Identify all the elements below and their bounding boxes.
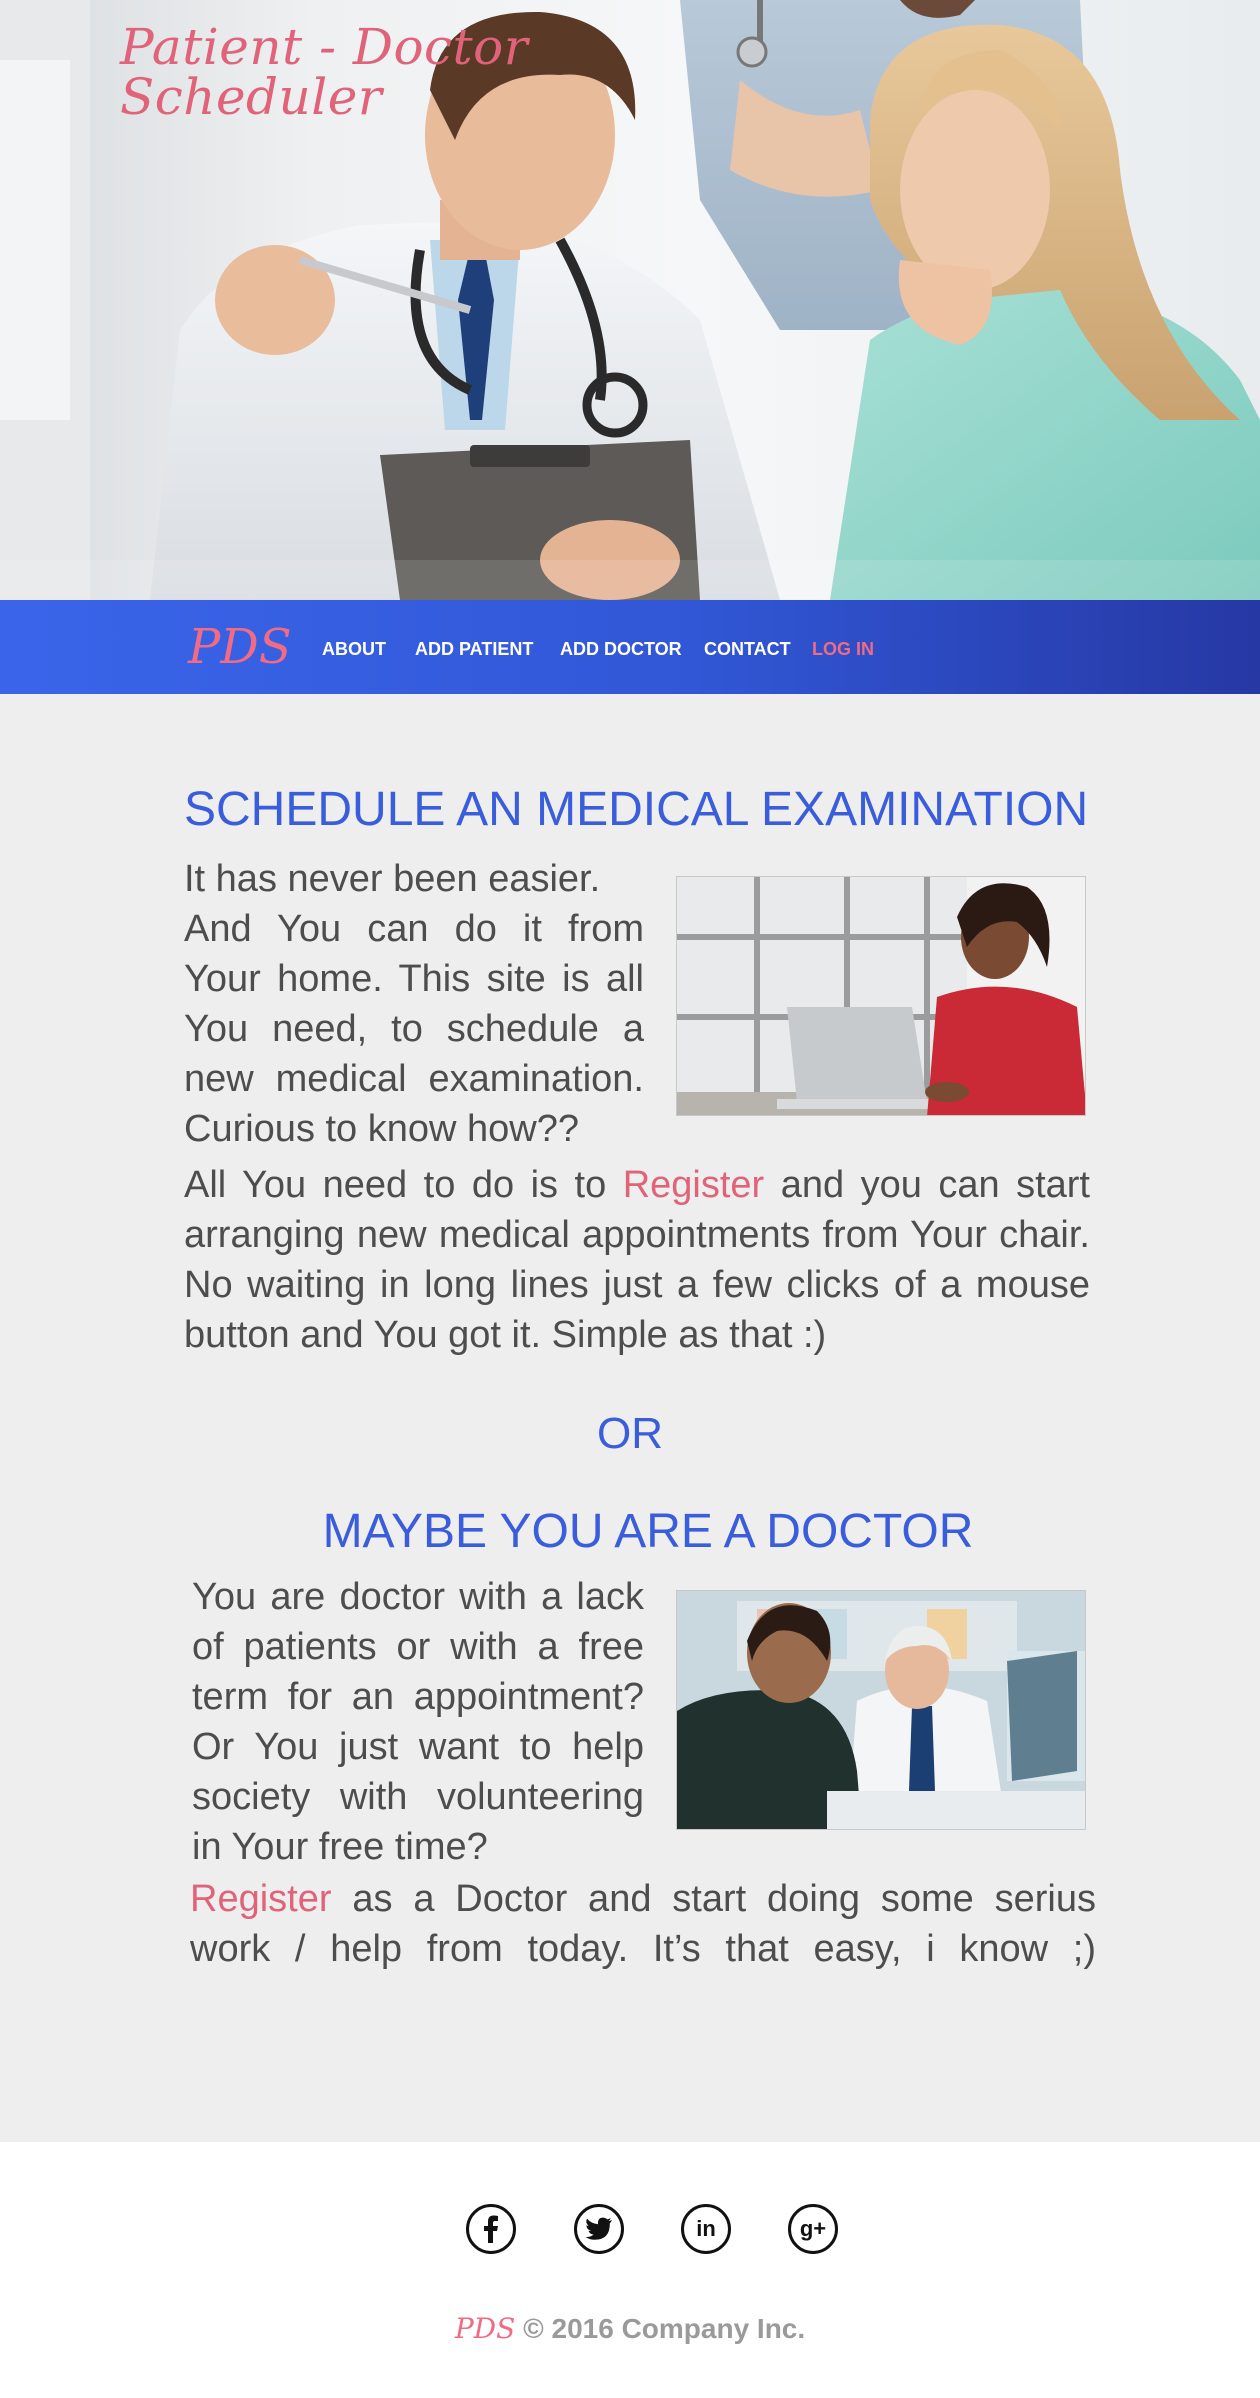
hero-title-line1: Patient - Doctor bbox=[120, 18, 529, 76]
main-navbar: PDS ABOUT ADD PATIENT ADD DOCTOR CONTACT… bbox=[0, 600, 1260, 694]
facebook-glyph bbox=[484, 2215, 498, 2243]
nav-about-link[interactable]: ABOUT bbox=[322, 638, 386, 660]
twitter-icon[interactable] bbox=[574, 2204, 624, 2254]
social-links: in g+ bbox=[0, 2204, 1260, 2254]
hero-title: Patient - Doctor Scheduler bbox=[120, 22, 528, 122]
nav-add-doctor-link[interactable]: ADD DOCTOR bbox=[560, 638, 682, 660]
google-plus-icon[interactable]: g+ bbox=[788, 2204, 838, 2254]
patient-register-text: All You need to do is to Register and yo… bbox=[184, 1160, 1090, 1360]
linkedin-glyph: in bbox=[696, 2216, 716, 2241]
patient-register-link[interactable]: Register bbox=[623, 1164, 765, 1206]
footer-brand-logo: PDS bbox=[454, 2312, 516, 2345]
woman-laptop-illustration bbox=[677, 877, 1085, 1115]
doctor-consultation-illustration bbox=[677, 1591, 1085, 1829]
nav-logo[interactable]: PDS bbox=[188, 620, 292, 674]
doctor-section-heading: MAYBE YOU ARE A DOCTOR bbox=[322, 1505, 974, 1558]
patient-section-heading: SCHEDULE AN MEDICAL EXAMINATION bbox=[184, 783, 1089, 836]
nav-login-link[interactable]: LOG IN bbox=[812, 638, 874, 660]
patient-register-text-before: All You need to do is to bbox=[184, 1164, 623, 1206]
linkedin-icon[interactable]: in bbox=[681, 2204, 731, 2254]
nav-contact-link[interactable]: CONTACT bbox=[704, 638, 791, 660]
nav-add-patient-link[interactable]: ADD PATIENT bbox=[415, 638, 533, 660]
doctor-register-text: Register as a Doctor and start doing som… bbox=[190, 1874, 1096, 1974]
patient-intro-text: It has never been easier. And You can do… bbox=[184, 854, 644, 1154]
doctor-consultation-photo bbox=[676, 1590, 1086, 1830]
patient-intro-line1: It has never been easier. bbox=[184, 858, 601, 900]
patient-intro-line2: And You can do it from Your home. This s… bbox=[184, 908, 644, 1150]
or-separator: OR bbox=[597, 1409, 663, 1458]
doctor-register-link[interactable]: Register bbox=[190, 1878, 332, 1920]
hero-banner: Patient - Doctor Scheduler bbox=[0, 0, 1260, 600]
footer-copyright: PDS © 2016 Company Inc. bbox=[0, 2312, 1260, 2345]
google-plus-glyph: g+ bbox=[799, 2216, 827, 2241]
facebook-icon[interactable] bbox=[466, 2204, 516, 2254]
hero-title-line2: Scheduler bbox=[120, 68, 383, 126]
woman-laptop-photo bbox=[676, 876, 1086, 1116]
footer-copyright-text: © 2016 Company Inc. bbox=[515, 2313, 806, 2344]
twitter-glyph bbox=[585, 2217, 612, 2240]
main-content: SCHEDULE AN MEDICAL EXAMINATION It has n… bbox=[0, 694, 1260, 2142]
doctor-intro-text: You are doctor with a lack of patients o… bbox=[192, 1576, 644, 1868]
